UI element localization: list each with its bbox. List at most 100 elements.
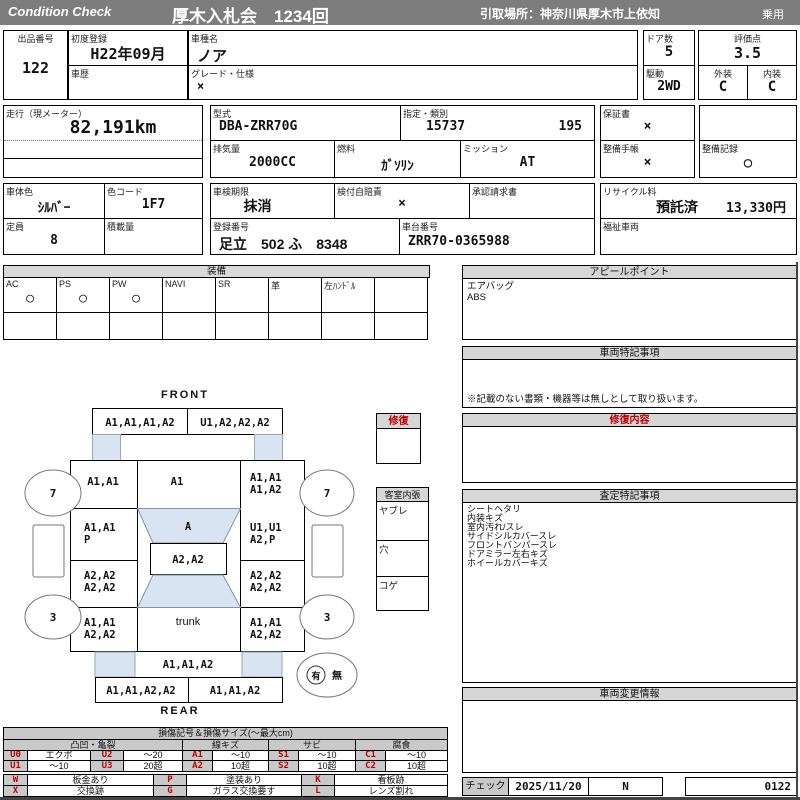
right-wheel bbox=[311, 524, 344, 578]
appeal-line: ABS bbox=[467, 292, 487, 303]
warranty-empty-cell bbox=[699, 105, 797, 141]
equipment-mark-ac: ○ bbox=[26, 291, 34, 306]
mileage-cell: 走行（現メーター） 82,191km bbox=[3, 105, 203, 178]
check-date: 2025/11/20 bbox=[509, 778, 589, 795]
equipment-cell-pw: PW ○ bbox=[109, 277, 163, 313]
repair-detail-body bbox=[462, 426, 797, 483]
svg-text:無: 無 bbox=[332, 669, 342, 682]
rear-bumper-left-codes: A1,A1,A2,A2 bbox=[106, 685, 176, 697]
left-wheel bbox=[32, 524, 65, 578]
vehicle-notes-header: 車両特記事項 bbox=[462, 346, 797, 360]
equipment-empty-cell bbox=[321, 312, 375, 340]
trunk-label: trunk bbox=[176, 616, 201, 628]
windshield-code: A bbox=[185, 521, 192, 533]
maintenance-record-cell: 整備記録 ○ bbox=[699, 140, 797, 178]
capacity-cell: 定員 8 bbox=[3, 218, 105, 255]
body-color-cell: 車体色 ｼﾙﾊﾞｰ bbox=[3, 183, 105, 219]
check-label: チェック bbox=[463, 778, 509, 795]
registration-number-cell: 登録番号 足立 502 ふ 8348 bbox=[210, 218, 400, 255]
equipment-cell-ps: PS ○ bbox=[56, 277, 110, 313]
brand-logo: Condition Check bbox=[8, 4, 112, 19]
right-edge-rule bbox=[796, 262, 798, 797]
mileage-divider-dotted bbox=[4, 140, 202, 141]
appeal-header: アピールポイント bbox=[462, 265, 797, 279]
body-color-value: ｼﾙﾊﾞｰ bbox=[37, 200, 71, 215]
appeal-line: エアバッグ bbox=[467, 281, 515, 292]
maintenance-record-value: ○ bbox=[743, 155, 753, 171]
appeal-body: エアバッグ ABS bbox=[462, 278, 797, 340]
car-damage-diagram: FRONT A1,A1,A1,A2 U1,A2,A2,A2 A1,A1 A1 A… bbox=[24, 389, 358, 717]
assessment-header: 査定特記事項 bbox=[462, 489, 797, 503]
chassis-number-cell: 車台番号 ZRR70-0365988 bbox=[399, 218, 595, 255]
equipment-cell-leather: 革 bbox=[268, 277, 322, 313]
check-row: チェック 2025/11/20 N bbox=[462, 777, 663, 796]
insurance-value: × bbox=[398, 196, 406, 211]
interior-grade-value: C bbox=[767, 79, 777, 95]
rear-right-corner bbox=[241, 651, 283, 678]
front-left-corner bbox=[92, 434, 121, 461]
equipment-cell-extra bbox=[374, 277, 428, 313]
fuel-cell: 燃料 ｶﾞｿﾘﾝ bbox=[334, 140, 461, 178]
capacity-value: 8 bbox=[50, 233, 58, 248]
equipment-empty-cell bbox=[56, 312, 110, 340]
svg-text:3: 3 bbox=[50, 611, 57, 624]
left-rear-door-codes-1: A2,A2 bbox=[84, 570, 116, 582]
transmission-label: ミッション bbox=[463, 144, 509, 154]
drive-value: 2WD bbox=[657, 79, 681, 94]
rear-bumper-right-codes: A1,A1,A2 bbox=[210, 685, 261, 697]
exterior-grade-value: C bbox=[718, 79, 728, 95]
pickup-location: 引取場所：神奈川県厚木市上依知 bbox=[480, 7, 661, 21]
rear-window bbox=[136, 574, 242, 608]
assessment-body: シートヘタリ 内装キズ 室内汚れ/スレ サイドシルカバースレ フロントバンパース… bbox=[462, 502, 797, 683]
welfare-vehicle-label: 福祉車両 bbox=[603, 222, 640, 232]
left-rear-fender-codes-2: A2,A2 bbox=[84, 629, 116, 641]
left-front-door-codes-1: A1,A1 bbox=[84, 522, 116, 534]
capacity-label: 定員 bbox=[6, 222, 25, 232]
svg-text:7: 7 bbox=[50, 487, 57, 500]
rear-gate-codes: A1,A1,A2 bbox=[163, 659, 214, 671]
approval-cell: 承認請求書 bbox=[469, 183, 595, 219]
warranty-cell: 保証書 × bbox=[600, 105, 695, 141]
maintenance-record-label: 整備記録 bbox=[702, 144, 739, 154]
svg-text:7: 7 bbox=[324, 487, 331, 500]
chassis-number-value: ZRR70-0365988 bbox=[408, 234, 510, 249]
welfare-vehicle-cell: 福祉車両 bbox=[600, 218, 797, 255]
recycle-fee-value: 13,330円 bbox=[726, 201, 786, 216]
left-rear-door-codes-2: A2,A2 bbox=[84, 582, 116, 594]
transmission-value: AT bbox=[519, 155, 536, 170]
lot-number-value: 122 bbox=[21, 59, 50, 77]
equipment-empty-cell bbox=[374, 312, 428, 340]
first-registration-value: H22年09月 bbox=[90, 45, 166, 63]
right-rear-door-codes-1: A2,A2 bbox=[250, 570, 282, 582]
cabin-lining-row-burn: コゲ bbox=[376, 576, 429, 611]
repair-detail-header: 修復内容 bbox=[462, 413, 797, 427]
rear-left-corner bbox=[94, 651, 136, 678]
class-cell: 指定・類別 15737 195 bbox=[400, 105, 595, 141]
grade-value: × bbox=[197, 79, 205, 93]
svg-text:3: 3 bbox=[324, 611, 331, 624]
equipment-cell-sr: SR bbox=[215, 277, 269, 313]
right-front-fender-codes-1: A1,A1 bbox=[250, 472, 282, 484]
insurance-cell: 検付自賠責 × bbox=[334, 183, 470, 219]
front-bumper-right-codes: U1,A2,A2,A2 bbox=[200, 417, 270, 429]
repair-mini-header: 修復 bbox=[376, 413, 421, 429]
doors-cell: ドア数 5 bbox=[643, 30, 695, 66]
displacement-value: 2000CC bbox=[249, 155, 296, 170]
equipment-cell-navi: NAVI bbox=[162, 277, 216, 313]
maintenance-book-value: × bbox=[643, 155, 652, 170]
warranty-value: × bbox=[643, 119, 652, 134]
check-number: 0122 bbox=[685, 777, 797, 796]
cabin-lining-row-tear: ヤブレ bbox=[376, 501, 429, 541]
score-value: 3.5 bbox=[733, 44, 762, 62]
equipment-mark-pw: ○ bbox=[132, 291, 140, 306]
approval-label: 承認請求書 bbox=[472, 187, 518, 197]
equipment-empty-cell bbox=[215, 312, 269, 340]
mileage-value: 82,191km bbox=[69, 117, 157, 138]
maintenance-book-label: 整備手帳 bbox=[603, 144, 640, 154]
grade-cell: グレード・仕様 × bbox=[188, 65, 638, 100]
inspection-value: 抹消 bbox=[243, 198, 272, 214]
repair-mini-body bbox=[376, 428, 421, 464]
equipment-empty-cell bbox=[268, 312, 322, 340]
equipment-mark-ps: ○ bbox=[79, 291, 87, 306]
lot-number-label: 出品番号 bbox=[17, 34, 54, 44]
